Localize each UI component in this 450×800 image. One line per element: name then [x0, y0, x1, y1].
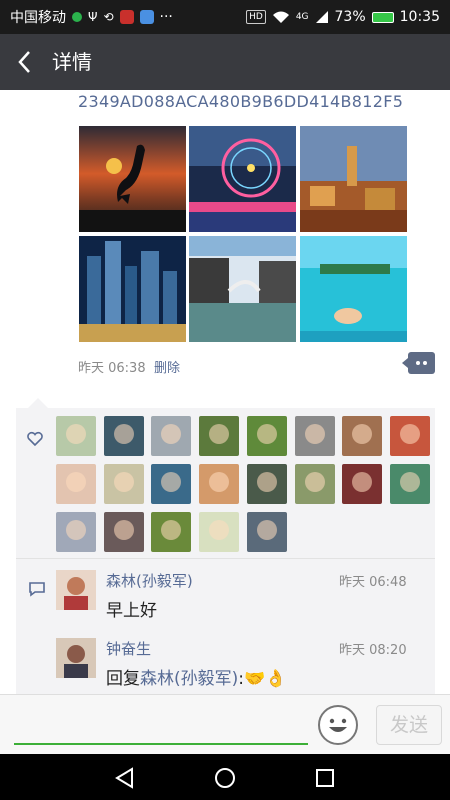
liker-avatar[interactable]	[294, 464, 335, 504]
smiley-icon[interactable]	[318, 705, 358, 745]
heart-icon	[27, 431, 43, 447]
post-hash-text: 2349AD088ACA480B9B6DD414B812F5	[78, 92, 404, 111]
status-bar: 中国移动 Ψ ⟲ ··· HD 4G 73% 10:35	[0, 0, 450, 34]
liker-avatar[interactable]	[199, 416, 240, 456]
liker-avatar[interactable]	[151, 464, 192, 504]
carrier-label: 中国移动	[10, 10, 66, 26]
photo-tropical-lagoon[interactable]	[300, 236, 407, 342]
post-detail: 2349AD088ACA480B9B6DD414B812F5 昨天 06:38 …	[0, 90, 450, 694]
comment-time: 昨天 08:20	[339, 643, 407, 658]
battery-icon	[371, 11, 394, 23]
comment-text: 早上好	[106, 601, 157, 621]
comment-author[interactable]: 森林(孙毅军)	[106, 570, 193, 591]
liker-avatar[interactable]	[199, 464, 240, 504]
liker-avatar[interactable]	[103, 464, 144, 504]
signal-icon	[315, 11, 328, 23]
photo-city-night[interactable]	[79, 236, 186, 342]
reply-emojis: 🤝👌	[244, 669, 287, 689]
clock: 10:35	[399, 9, 440, 25]
comment-avatar[interactable]	[56, 570, 96, 610]
dot-icon	[423, 361, 427, 365]
app-blue-icon	[139, 10, 154, 24]
comment-reply-text: 回复森林(孙毅军):🤝👌	[106, 664, 286, 689]
system-nav-bar	[0, 754, 450, 800]
post-time: 昨天 06:38	[78, 361, 146, 376]
liker-avatar[interactable]	[389, 464, 430, 504]
sync-icon: ⟲	[103, 10, 114, 24]
page-title: 详情	[52, 50, 92, 74]
usb-icon: Ψ	[88, 10, 98, 24]
liker-avatar[interactable]	[294, 416, 335, 456]
delete-link[interactable]: 删除	[154, 357, 180, 376]
app-notification-icon	[72, 12, 82, 22]
nav-recent-icon[interactable]	[312, 765, 338, 791]
liker-avatar[interactable]	[103, 416, 144, 456]
liker-avatar[interactable]	[151, 416, 192, 456]
network-type: 4G	[295, 12, 309, 22]
dot-icon	[416, 361, 420, 365]
comment-time: 昨天 06:48	[339, 575, 407, 590]
comment-avatar[interactable]	[56, 638, 96, 678]
liker-avatar[interactable]	[246, 512, 287, 552]
likes-pointer	[28, 398, 48, 408]
title-bar: 详情	[0, 34, 450, 90]
photo-water-town[interactable]	[189, 236, 296, 342]
comment-action-button[interactable]	[402, 352, 435, 374]
nav-home-icon[interactable]	[212, 765, 238, 791]
status-left: 中国移动 Ψ ⟲ ···	[10, 0, 173, 34]
wifi-icon	[272, 11, 289, 23]
liker-avatar[interactable]	[56, 416, 96, 456]
liker-avatar[interactable]	[151, 512, 192, 552]
comment-input-bar: 发送	[0, 694, 450, 754]
liker-avatar[interactable]	[199, 512, 240, 552]
battery-percent: 73%	[334, 9, 366, 25]
liker-avatar[interactable]	[246, 416, 287, 456]
reply-prefix: 回复	[106, 669, 140, 689]
liker-avatar[interactable]	[389, 416, 430, 456]
send-button[interactable]: 发送	[376, 705, 442, 745]
reply-to-name[interactable]: 森林(孙毅军)	[140, 669, 238, 689]
chevron-left-icon[interactable]	[14, 48, 36, 76]
liker-avatar[interactable]	[56, 464, 96, 504]
liker-avatar[interactable]	[103, 512, 144, 552]
status-right: HD 4G 73% 10:35	[246, 0, 440, 34]
nav-back-icon[interactable]	[112, 765, 138, 791]
more-notifications-icon: ···	[159, 9, 173, 25]
liker-avatar[interactable]	[342, 464, 383, 504]
comment-author[interactable]: 钟奋生	[106, 638, 151, 659]
photo-old-town[interactable]	[300, 126, 407, 232]
comment-icon	[29, 582, 45, 597]
app-red-icon	[119, 10, 134, 24]
liker-avatar[interactable]	[342, 416, 383, 456]
photo-crane-sunset[interactable]	[79, 126, 186, 232]
hd-badge: HD	[246, 10, 266, 24]
liker-avatar[interactable]	[56, 512, 96, 552]
liker-avatar[interactable]	[246, 464, 287, 504]
photo-ferris-wheel[interactable]	[189, 126, 296, 232]
comment-input-field[interactable]	[14, 743, 308, 745]
